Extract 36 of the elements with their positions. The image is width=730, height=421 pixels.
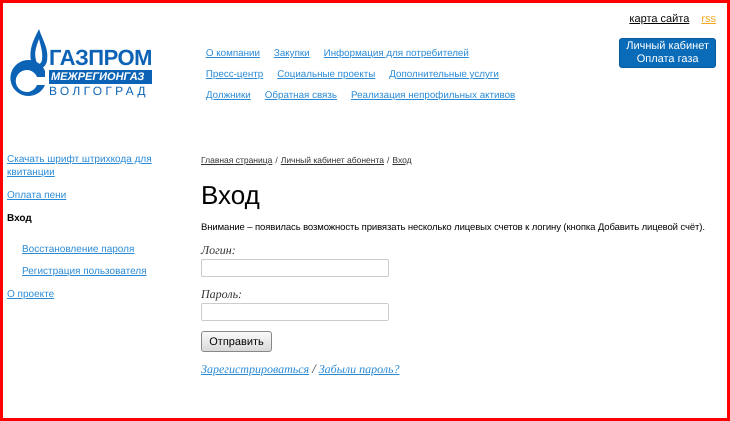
- breadcrumb-separator: /: [275, 155, 278, 165]
- breadcrumb-link[interactable]: Вход: [392, 155, 412, 165]
- sidebar-item[interactable]: О проекте: [7, 288, 167, 301]
- breadcrumb-link[interactable]: Личный кабинет абонента: [280, 155, 384, 165]
- nav-link[interactable]: Социальные проекты: [277, 68, 376, 81]
- logo-city: ВОЛГОГРАД: [49, 84, 150, 99]
- form-link[interactable]: Забыли пароль?: [318, 362, 400, 376]
- input-field[interactable]: [201, 259, 389, 277]
- field-label: Пароль:: [201, 287, 244, 301]
- notice-text: Внимание – появилась возможность привязать несколько лицевых счетов к логину (кнопка Добавить лицевой счёт).: [201, 222, 705, 233]
- sitemap-link[interactable]: карта сайта: [629, 13, 690, 26]
- nav-link[interactable]: Информация для потребителей: [324, 47, 469, 60]
- rss-link[interactable]: rss: [701, 13, 716, 26]
- link-separator: /: [312, 361, 316, 377]
- input-field[interactable]: [201, 303, 389, 321]
- nav-link[interactable]: Должники: [206, 89, 251, 102]
- breadcrumb-separator: /: [387, 155, 390, 165]
- submit-button[interactable]: Отправить: [201, 331, 272, 352]
- sidebar-item[interactable]: Восстановление пароля: [22, 243, 182, 256]
- logo-name: ГАЗПРОМ: [49, 46, 152, 70]
- breadcrumb-link[interactable]: Главная страница: [201, 155, 272, 165]
- nav-link[interactable]: Реализация непрофильных активов: [350, 89, 516, 102]
- nav-link[interactable]: О компании: [206, 47, 260, 60]
- nav-link[interactable]: Обратная связь: [264, 89, 337, 102]
- logo-band: МЕЖРЕГИОНГАЗ: [49, 70, 152, 84]
- sidebar-item[interactable]: Регистрация пользователя: [22, 265, 182, 278]
- nav-link[interactable]: Дополнительные услуги: [389, 68, 499, 81]
- sidebar-item[interactable]: Вход: [7, 212, 167, 225]
- field-label: Логин:: [201, 243, 237, 257]
- sidebar-item[interactable]: Скачать шрифт штрихкода для квитанции: [7, 153, 167, 179]
- nav-link[interactable]: Пресс-центр: [206, 68, 264, 81]
- form-link[interactable]: Зарегистрироваться: [201, 362, 310, 376]
- nav-link[interactable]: Закупки: [274, 47, 310, 60]
- sidebar-item[interactable]: Оплата пени: [7, 189, 167, 202]
- page-title: Вход: [201, 180, 261, 210]
- cabinet-button[interactable]: Личный кабинет Оплата газа: [619, 38, 716, 68]
